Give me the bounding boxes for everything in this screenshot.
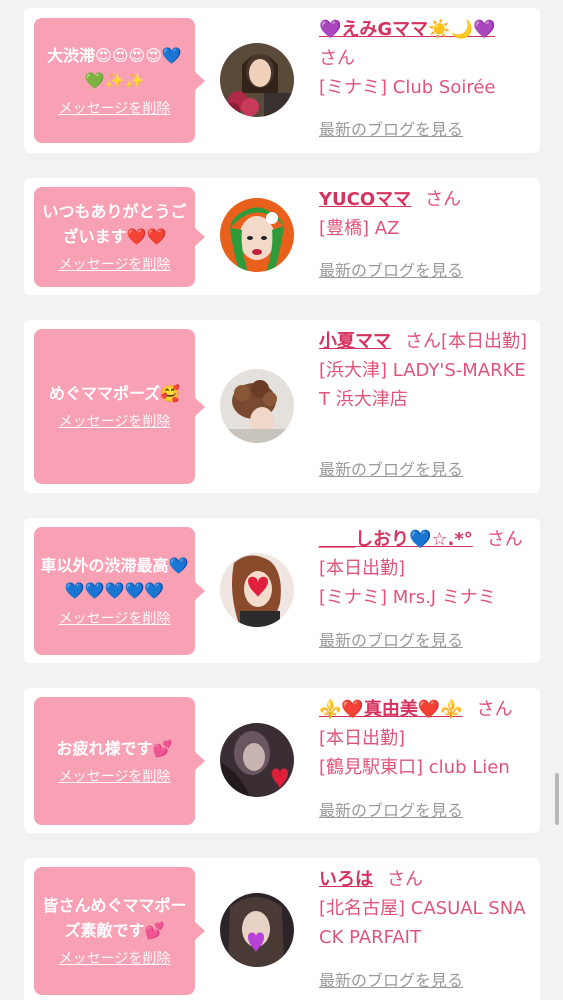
message-text: めぐママポーズ🥰 bbox=[48, 384, 181, 403]
message-card: いつもありがとうございます❤️❤️ メッセージを削除 YUCOママ さん [豊橋]… bbox=[24, 178, 540, 295]
sender-info: ⚜️❤️真由美❤️⚜️ さん [本日出勤] [鶴見駅東口] club Lien bbox=[319, 695, 531, 782]
delete-message-link[interactable]: メッセージを削除 bbox=[59, 412, 171, 432]
message-bubble: いつもありがとうございます❤️❤️ メッセージを削除 bbox=[34, 187, 195, 287]
message-bubble: お疲れ様です💕 メッセージを削除 bbox=[34, 697, 195, 825]
message-card: お疲れ様です💕 メッセージを削除 ⚜️❤️真由美❤️⚜️ さん [本日出勤] [鶴見… bbox=[24, 688, 540, 833]
honorific: さん bbox=[405, 331, 441, 352]
avatar-photo-purple-heart bbox=[220, 893, 294, 967]
sender-info: 小夏ママ さん[本日出勤] [浜大津] LADY'S-MARKET 浜大津店 bbox=[319, 327, 531, 414]
avatar[interactable] bbox=[220, 893, 294, 967]
avatar-photo-heart-sticker bbox=[220, 553, 294, 627]
sender-info: いろは さん [北名古屋] CASUAL SNACK PARFAIT bbox=[319, 865, 531, 952]
sender-info: ＿＿しおり💙☆.*° さん [本日出勤] [ミナミ] Mrs.J ミナミ bbox=[319, 525, 531, 612]
shop-label: [北名古屋] CASUAL SNACK PARFAIT bbox=[319, 898, 526, 948]
avatar-photo-woman-flowers bbox=[220, 43, 294, 117]
avatar-illustration-green-hair bbox=[220, 198, 294, 272]
sender-name-link[interactable]: ⚜️❤️真由美❤️⚜️ bbox=[319, 699, 463, 720]
avatar-photo-updo-hair bbox=[220, 369, 294, 443]
delete-message-link[interactable]: メッセージを削除 bbox=[59, 767, 171, 787]
delete-message-link[interactable]: メッセージを削除 bbox=[59, 609, 171, 629]
latest-blog-link[interactable]: 最新のブログを見る bbox=[319, 970, 463, 992]
honorific: さん bbox=[387, 869, 423, 890]
status-label: [本日出勤] bbox=[441, 331, 528, 352]
sender-info: 💜えみGママ☀️🌙💜 さん [ミナミ] Club Soirée bbox=[319, 15, 531, 102]
shop-label: [浜大津] LADY'S-MARKET 浜大津店 bbox=[319, 360, 526, 410]
message-card: 大渋滞😍😍😍😍💙💚✨✨ メッセージを削除 💜えみGママ☀️🌙💜 さん [ミナミ]… bbox=[24, 8, 540, 153]
sender-info: YUCOママ さん [豊橋] AZ bbox=[319, 185, 531, 243]
honorific: さん bbox=[476, 699, 513, 720]
latest-blog-link[interactable]: 最新のブログを見る bbox=[319, 119, 463, 141]
delete-message-link[interactable]: メッセージを削除 bbox=[59, 99, 171, 119]
scrollbar[interactable] bbox=[555, 773, 559, 825]
delete-message-link[interactable]: メッセージを削除 bbox=[59, 255, 171, 275]
message-bubble: 大渋滞😍😍😍😍💙💚✨✨ メッセージを削除 bbox=[34, 18, 195, 143]
shop-label: [豊橋] AZ bbox=[319, 218, 400, 239]
message-card: 皆さんめぐママポーズ素敵です💕 メッセージを削除 いろは さん [北名古屋] CA… bbox=[24, 858, 540, 1000]
avatar-photo-dark-with-heart bbox=[220, 723, 294, 797]
honorific: さん bbox=[486, 529, 523, 550]
avatar[interactable] bbox=[220, 43, 294, 117]
latest-blog-link[interactable]: 最新のブログを見る bbox=[319, 459, 463, 481]
message-text: 車以外の渋滞最高💙💙💙💙💙💙 bbox=[40, 556, 189, 600]
sender-name-link[interactable]: いろは bbox=[319, 869, 373, 890]
avatar[interactable] bbox=[220, 198, 294, 272]
message-bubble: めぐママポーズ🥰 メッセージを削除 bbox=[34, 329, 195, 484]
sender-name-link[interactable]: 💜えみGママ☀️🌙💜 bbox=[319, 19, 495, 40]
message-text: お疲れ様です💕 bbox=[56, 738, 173, 758]
message-card: 車以外の渋滞最高💙💙💙💙💙💙 メッセージを削除 ＿＿しおり💙☆.*° さん [本日出… bbox=[24, 518, 540, 663]
avatar[interactable] bbox=[220, 369, 294, 443]
delete-message-link[interactable]: メッセージを削除 bbox=[59, 949, 171, 969]
shop-label: [鶴見駅東口] club Lien bbox=[319, 757, 510, 778]
shop-label: [ミナミ] Mrs.J ミナミ bbox=[319, 587, 496, 608]
sender-name-link[interactable]: ＿＿しおり💙☆.*° bbox=[319, 529, 473, 550]
latest-blog-link[interactable]: 最新のブログを見る bbox=[319, 800, 463, 822]
avatar[interactable] bbox=[220, 723, 294, 797]
message-text: いつもありがとうございます❤️❤️ bbox=[42, 202, 187, 246]
message-bubble: 車以外の渋滞最高💙💙💙💙💙💙 メッセージを削除 bbox=[34, 527, 195, 655]
message-list: 大渋滞😍😍😍😍💙💚✨✨ メッセージを削除 💜えみGママ☀️🌙💜 さん [ミナミ]… bbox=[0, 0, 563, 1000]
sender-name-link[interactable]: YUCOママ bbox=[319, 189, 411, 210]
latest-blog-link[interactable]: 最新のブログを見る bbox=[319, 260, 463, 282]
sender-name-link[interactable]: 小夏ママ bbox=[319, 331, 391, 352]
message-text: 皆さんめぐママポーズ素敵です💕 bbox=[42, 896, 187, 940]
status-label: [本日出勤] bbox=[319, 558, 406, 579]
message-bubble: 皆さんめぐママポーズ素敵です💕 メッセージを削除 bbox=[34, 867, 195, 995]
honorific: さん bbox=[425, 189, 462, 210]
message-text: 大渋滞😍😍😍😍💙💚✨✨ bbox=[47, 45, 182, 90]
message-card: めぐママポーズ🥰 メッセージを削除 小夏ママ さん[本日出勤] [浜大津] LAD… bbox=[24, 320, 540, 493]
status-label: [本日出勤] bbox=[319, 728, 406, 749]
avatar[interactable] bbox=[220, 553, 294, 627]
latest-blog-link[interactable]: 最新のブログを見る bbox=[319, 630, 463, 652]
honorific: さん bbox=[319, 48, 355, 69]
shop-label: [ミナミ] Club Soirée bbox=[319, 77, 496, 98]
